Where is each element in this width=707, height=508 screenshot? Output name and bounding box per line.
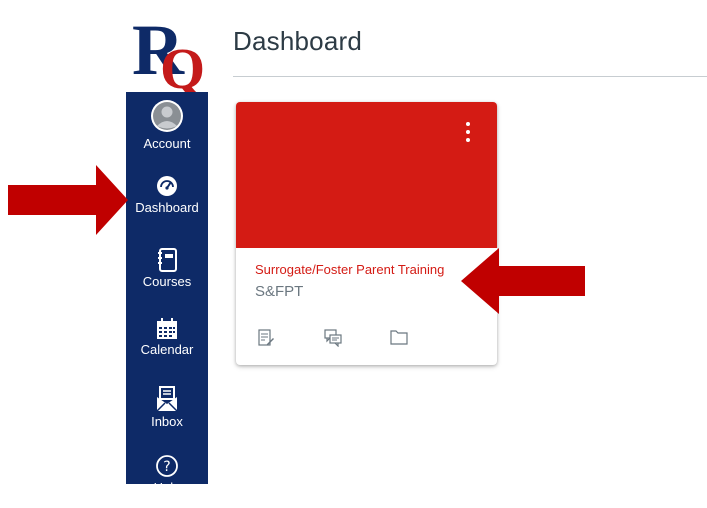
institution-logo[interactable]: R Q bbox=[126, 8, 208, 101]
course-card-title[interactable]: Surrogate/Foster Parent Training bbox=[255, 262, 444, 277]
nav-item-inbox[interactable]: Inbox bbox=[126, 386, 208, 429]
global-navigation: Account Dashboard Courses Calendar Inbox… bbox=[126, 92, 208, 495]
assignments-icon[interactable] bbox=[258, 329, 274, 352]
nav-item-courses[interactable]: Courses bbox=[126, 248, 208, 289]
title-divider bbox=[233, 76, 707, 77]
logo-mark: R Q bbox=[132, 10, 205, 101]
discussions-icon[interactable] bbox=[324, 329, 342, 352]
course-card-code: S&FPT bbox=[255, 283, 304, 300]
files-icon[interactable] bbox=[390, 329, 408, 350]
inbox-envelope-icon bbox=[156, 386, 178, 412]
course-card-header[interactable] bbox=[236, 102, 497, 248]
page-title: Dashboard bbox=[233, 26, 362, 56]
nav-item-dashboard[interactable]: Dashboard bbox=[126, 174, 208, 215]
nav-item-help[interactable]: ? Help bbox=[126, 454, 208, 495]
nav-label-inbox: Inbox bbox=[151, 414, 183, 429]
avatar-icon bbox=[151, 100, 183, 132]
nav-item-account[interactable]: Account bbox=[126, 98, 208, 151]
dashboard-gauge-icon bbox=[157, 176, 177, 196]
courses-book-icon bbox=[158, 248, 177, 272]
svg-text:Q: Q bbox=[160, 36, 205, 92]
course-card-options-icon[interactable] bbox=[465, 122, 471, 150]
nav-item-calendar[interactable]: Calendar bbox=[126, 318, 208, 357]
svg-text:?: ? bbox=[163, 459, 170, 475]
nav-label-help: Help bbox=[153, 480, 181, 495]
arrow-to-course bbox=[461, 248, 585, 314]
nav-label-calendar: Calendar bbox=[140, 342, 194, 357]
nav-label-account: Account bbox=[143, 136, 191, 151]
help-icon: ? bbox=[156, 455, 178, 477]
nav-label-courses: Courses bbox=[142, 274, 192, 289]
nav-label-dashboard: Dashboard bbox=[135, 200, 199, 215]
calendar-icon bbox=[157, 318, 177, 339]
course-card[interactable]: Surrogate/Foster Parent Training S&FPT bbox=[236, 102, 497, 365]
arrow-to-dashboard bbox=[8, 165, 128, 235]
